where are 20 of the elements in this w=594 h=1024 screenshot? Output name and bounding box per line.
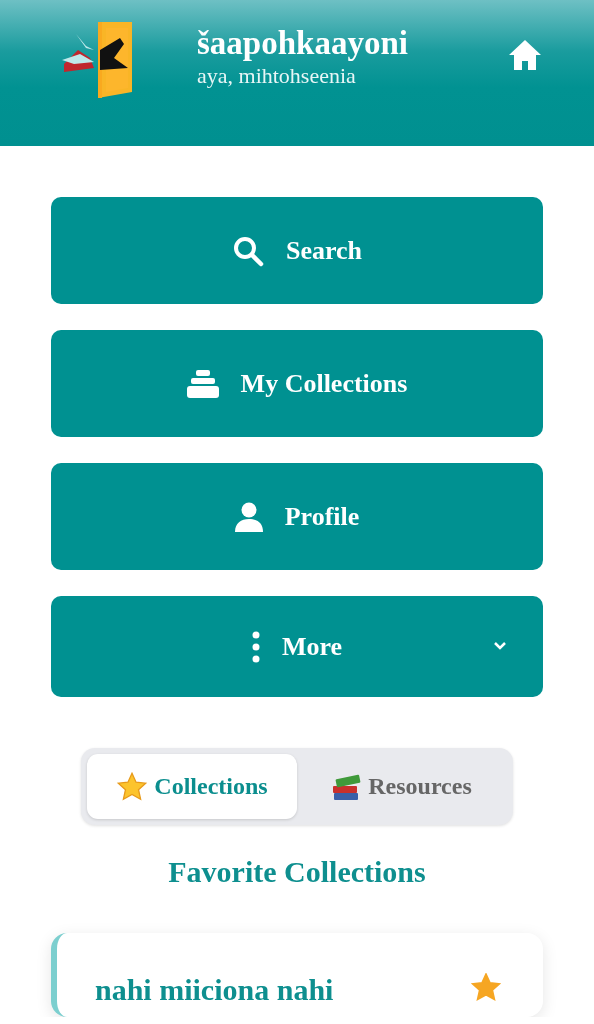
stack-icon xyxy=(186,369,219,398)
tab[interactable]: Collections xyxy=(87,754,297,819)
dots-icon xyxy=(251,630,260,663)
favorite-star-icon[interactable] xyxy=(471,973,501,1002)
books-icon xyxy=(332,772,363,801)
collection-title: nahi miiciona nahi xyxy=(95,973,334,1007)
app-subtitle: aya, mihtohseenia xyxy=(197,62,357,90)
search-icon xyxy=(231,234,264,267)
profile-button[interactable]: Profile xyxy=(51,463,543,570)
section-heading: Favorite Collections xyxy=(167,855,427,889)
more-menu-button[interactable]: More xyxy=(51,596,543,697)
chevron-down-icon xyxy=(493,640,507,651)
star-icon xyxy=(116,771,149,802)
collection-card[interactable]: nahi miiciona nahi xyxy=(51,933,543,1017)
collections-button[interactable]: My Collections xyxy=(51,330,543,437)
home-button[interactable] xyxy=(508,39,542,73)
person-icon xyxy=(234,501,263,532)
search-button[interactable]: Search xyxy=(51,197,543,304)
app-title: šaapohkaayoni xyxy=(197,24,409,62)
tab[interactable]: Resources xyxy=(297,754,507,819)
